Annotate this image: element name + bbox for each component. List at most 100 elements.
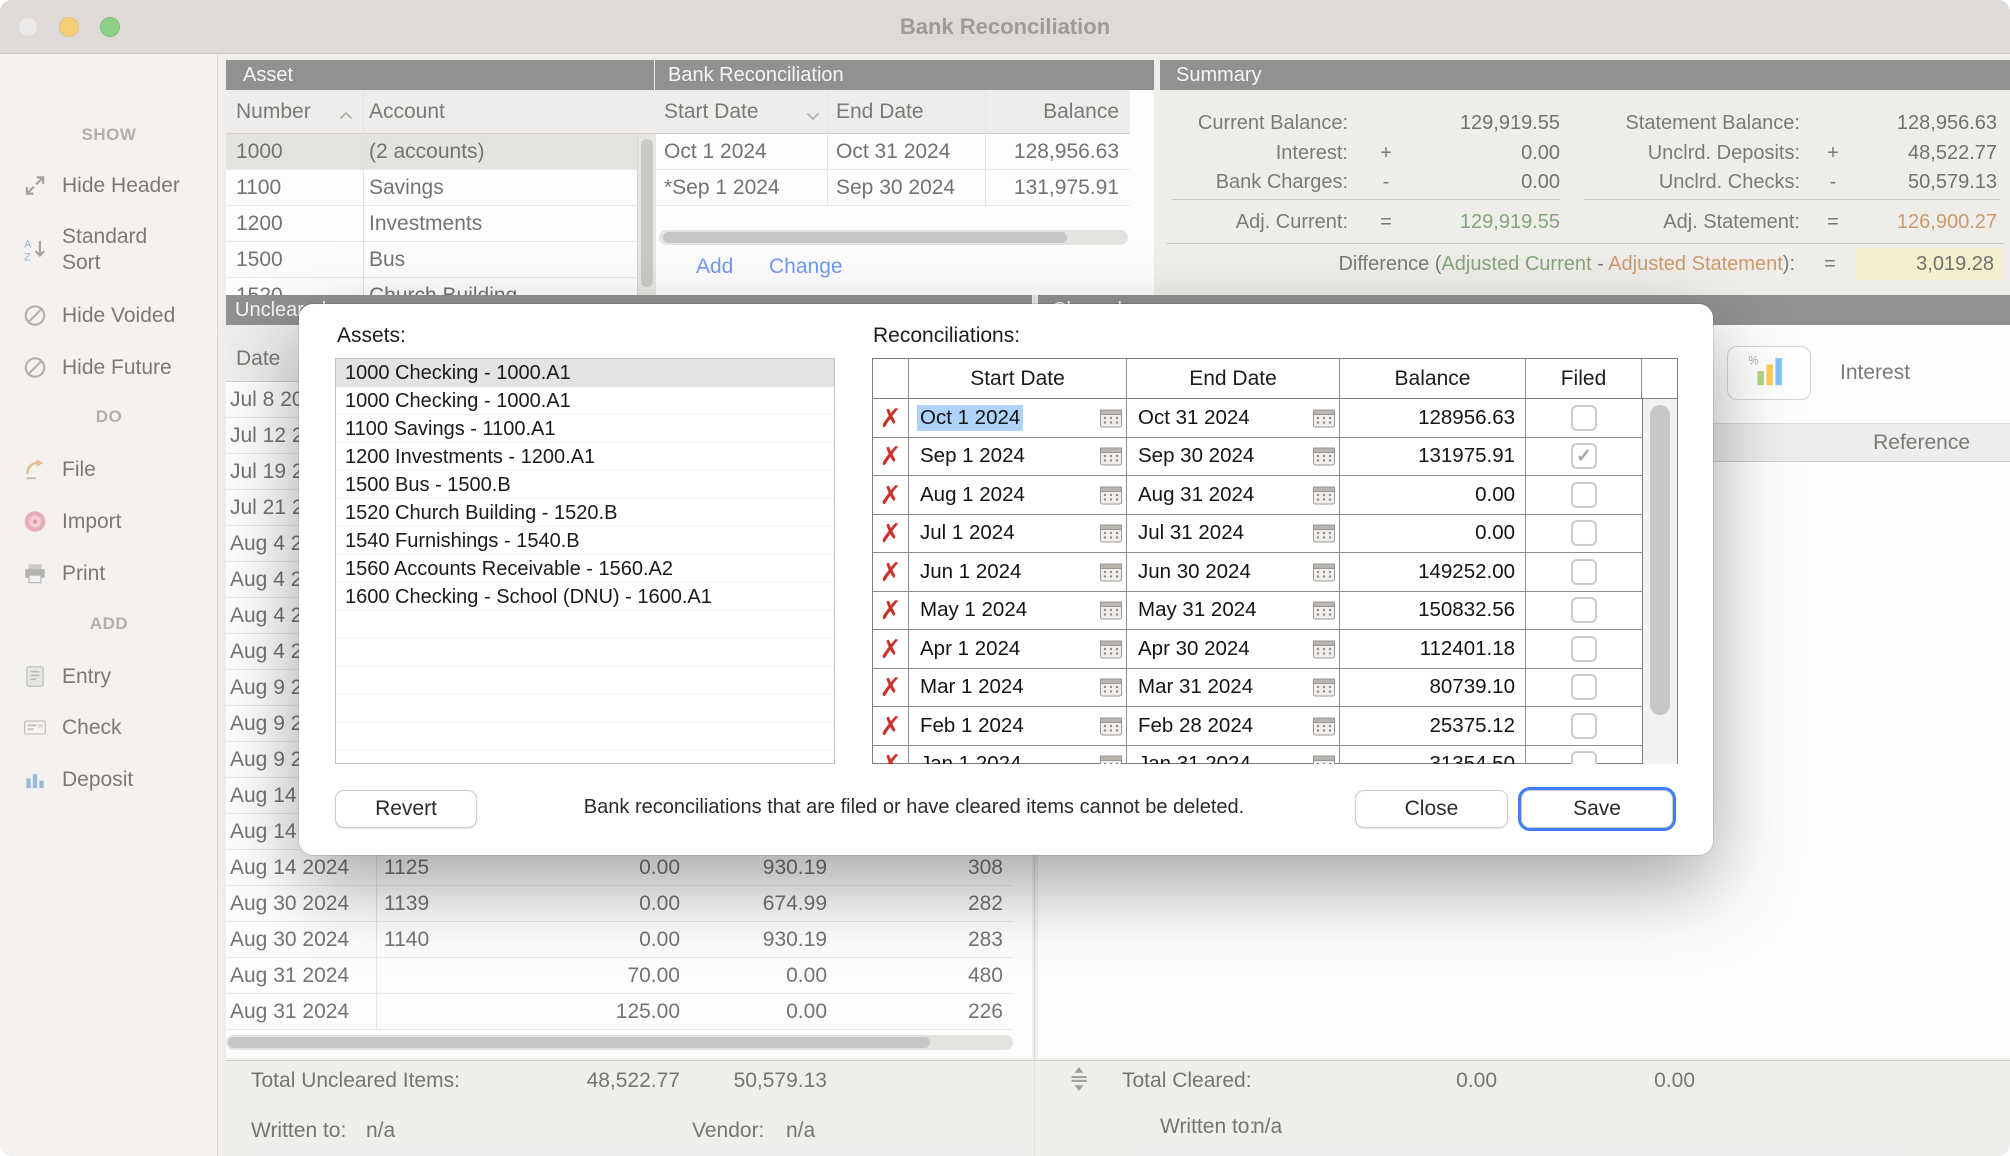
delete-row-button[interactable]: ✗ [873, 438, 909, 476]
reconciliations-rows: ✗ Oct 1 2024 Oct 31 2024 128956.63 ✓ ✗ [873, 399, 1642, 764]
delete-row-button[interactable]: ✗ [873, 707, 909, 745]
balance-cell[interactable]: 131975.91 [1340, 438, 1526, 476]
start-date-cell[interactable]: Oct 1 2024 [909, 399, 1127, 437]
delete-row-button[interactable]: ✗ [873, 515, 909, 553]
filed-checkbox[interactable]: ✓ [1571, 597, 1597, 623]
calendar-icon[interactable] [1100, 601, 1122, 620]
calendar-icon[interactable] [1313, 639, 1335, 658]
start-date-cell[interactable]: Jan 1 2024 [909, 746, 1127, 765]
filed-checkbox[interactable]: ✓ [1571, 559, 1597, 585]
calendar-icon[interactable] [1313, 716, 1335, 735]
asset-list-item[interactable]: 1200 Investments - 1200.A1 [336, 443, 834, 471]
calendar-icon[interactable] [1100, 639, 1122, 658]
asset-list-item[interactable]: 1520 Church Building - 1520.B [336, 499, 834, 527]
delete-x-icon: ✗ [880, 405, 902, 431]
balance-cell[interactable]: 25375.12 [1340, 707, 1526, 745]
balance-cell[interactable]: 0.00 [1340, 476, 1526, 514]
start-date-cell[interactable]: Mar 1 2024 [909, 669, 1127, 707]
end-date-cell[interactable]: Jun 30 2024 [1127, 553, 1340, 591]
end-date-cell[interactable]: Apr 30 2024 [1127, 630, 1340, 668]
filed-cell: ✓ [1526, 746, 1642, 765]
calendar-icon[interactable] [1313, 485, 1335, 504]
balance-cell[interactable]: 149252.00 [1340, 553, 1526, 591]
filed-cell: ✓ [1526, 476, 1642, 514]
calendar-icon[interactable] [1100, 716, 1122, 735]
calendar-icon[interactable] [1313, 562, 1335, 581]
reconciliation-row: ✗ Oct 1 2024 Oct 31 2024 128956.63 ✓ [873, 399, 1642, 438]
calendar-icon[interactable] [1313, 678, 1335, 697]
calendar-icon[interactable] [1100, 678, 1122, 697]
balance-column-header: Balance [1340, 359, 1526, 398]
filed-checkbox[interactable]: ✓ [1571, 713, 1597, 739]
balance-cell[interactable]: 112401.18 [1340, 630, 1526, 668]
dialog-vertical-scrollbar[interactable] [1642, 399, 1677, 764]
start-date-cell[interactable]: Jul 1 2024 [909, 515, 1127, 553]
delete-row-button[interactable]: ✗ [873, 592, 909, 630]
start-date-cell[interactable]: Sep 1 2024 [909, 438, 1127, 476]
asset-list-item[interactable]: 1000 Checking - 1000.A1 [336, 359, 834, 387]
calendar-icon[interactable] [1100, 408, 1122, 427]
calendar-icon[interactable] [1313, 755, 1335, 764]
asset-list-item[interactable]: 1540 Furnishings - 1540.B [336, 527, 834, 555]
app-window: Bank Reconciliation SHOW Hide Header AZ … [0, 0, 2010, 1156]
start-date-cell[interactable]: May 1 2024 [909, 592, 1127, 630]
asset-list-item[interactable]: 1500 Bus - 1500.B [336, 471, 834, 499]
delete-x-icon: ✗ [880, 674, 902, 700]
delete-row-button[interactable]: ✗ [873, 669, 909, 707]
scrollbar-thumb[interactable] [1650, 405, 1670, 715]
close-button[interactable]: Close [1355, 790, 1508, 828]
revert-button[interactable]: Revert [335, 790, 477, 828]
calendar-icon[interactable] [1313, 524, 1335, 543]
balance-cell[interactable]: 0.00 [1340, 515, 1526, 553]
balance-cell[interactable]: 80739.10 [1340, 669, 1526, 707]
start-date-cell[interactable]: Apr 1 2024 [909, 630, 1127, 668]
calendar-icon[interactable] [1100, 447, 1122, 466]
assets-listbox: 1000 Checking - 1000.A11000 Checking - 1… [335, 358, 835, 764]
delete-row-button[interactable]: ✗ [873, 746, 909, 765]
filed-checkbox[interactable]: ✓ [1571, 674, 1597, 700]
start-date-cell[interactable]: Aug 1 2024 [909, 476, 1127, 514]
filed-checkbox[interactable]: ✓ [1571, 751, 1597, 764]
delete-x-icon: ✗ [880, 520, 902, 546]
end-date-cell[interactable]: Feb 28 2024 [1127, 707, 1340, 745]
delete-row-button[interactable]: ✗ [873, 553, 909, 591]
end-date-cell[interactable]: Jan 31 2024 [1127, 746, 1340, 765]
asset-list-item[interactable]: 1100 Savings - 1100.A1 [336, 415, 834, 443]
delete-x-icon: ✗ [880, 751, 902, 764]
delete-row-button[interactable]: ✗ [873, 399, 909, 437]
reconciliation-row: ✗ Aug 1 2024 Aug 31 2024 0.00 ✓ [873, 476, 1642, 515]
asset-list-item[interactable]: 1000 Checking - 1000.A1 [336, 387, 834, 415]
calendar-icon[interactable] [1100, 755, 1122, 764]
start-date-cell[interactable]: Jun 1 2024 [909, 553, 1127, 591]
end-date-cell[interactable]: Sep 30 2024 [1127, 438, 1340, 476]
balance-cell[interactable]: 150832.56 [1340, 592, 1526, 630]
reconciliations-label: Reconciliations: [873, 324, 1020, 348]
delete-row-button[interactable]: ✗ [873, 476, 909, 514]
delete-row-button[interactable]: ✗ [873, 630, 909, 668]
calendar-icon[interactable] [1100, 562, 1122, 581]
end-date-cell[interactable]: Mar 31 2024 [1127, 669, 1340, 707]
save-button[interactable]: Save [1521, 790, 1673, 828]
filed-checkbox[interactable]: ✓ [1571, 636, 1597, 662]
end-date-cell[interactable]: Oct 31 2024 [1127, 399, 1340, 437]
calendar-icon[interactable] [1313, 447, 1335, 466]
balance-cell[interactable]: 31354.50 [1340, 746, 1526, 765]
filed-checkbox[interactable]: ✓ [1571, 482, 1597, 508]
asset-list-item[interactable]: 1600 Checking - School (DNU) - 1600.A1 [336, 583, 834, 611]
filed-cell: ✓ [1526, 438, 1642, 476]
end-date-cell[interactable]: Aug 31 2024 [1127, 476, 1340, 514]
calendar-icon[interactable] [1313, 601, 1335, 620]
end-date-cell[interactable]: May 31 2024 [1127, 592, 1340, 630]
assets-label: Assets: [337, 324, 406, 348]
calendar-icon[interactable] [1100, 524, 1122, 543]
calendar-icon[interactable] [1100, 485, 1122, 504]
filed-checkbox[interactable]: ✓ [1571, 405, 1597, 431]
filed-cell: ✓ [1526, 630, 1642, 668]
filed-checkbox[interactable]: ✓ [1571, 443, 1597, 469]
filed-checkbox[interactable]: ✓ [1571, 520, 1597, 546]
calendar-icon[interactable] [1313, 408, 1335, 427]
end-date-cell[interactable]: Jul 31 2024 [1127, 515, 1340, 553]
start-date-cell[interactable]: Feb 1 2024 [909, 707, 1127, 745]
balance-cell[interactable]: 128956.63 [1340, 399, 1526, 437]
asset-list-item[interactable]: 1560 Accounts Receivable - 1560.A2 [336, 555, 834, 583]
